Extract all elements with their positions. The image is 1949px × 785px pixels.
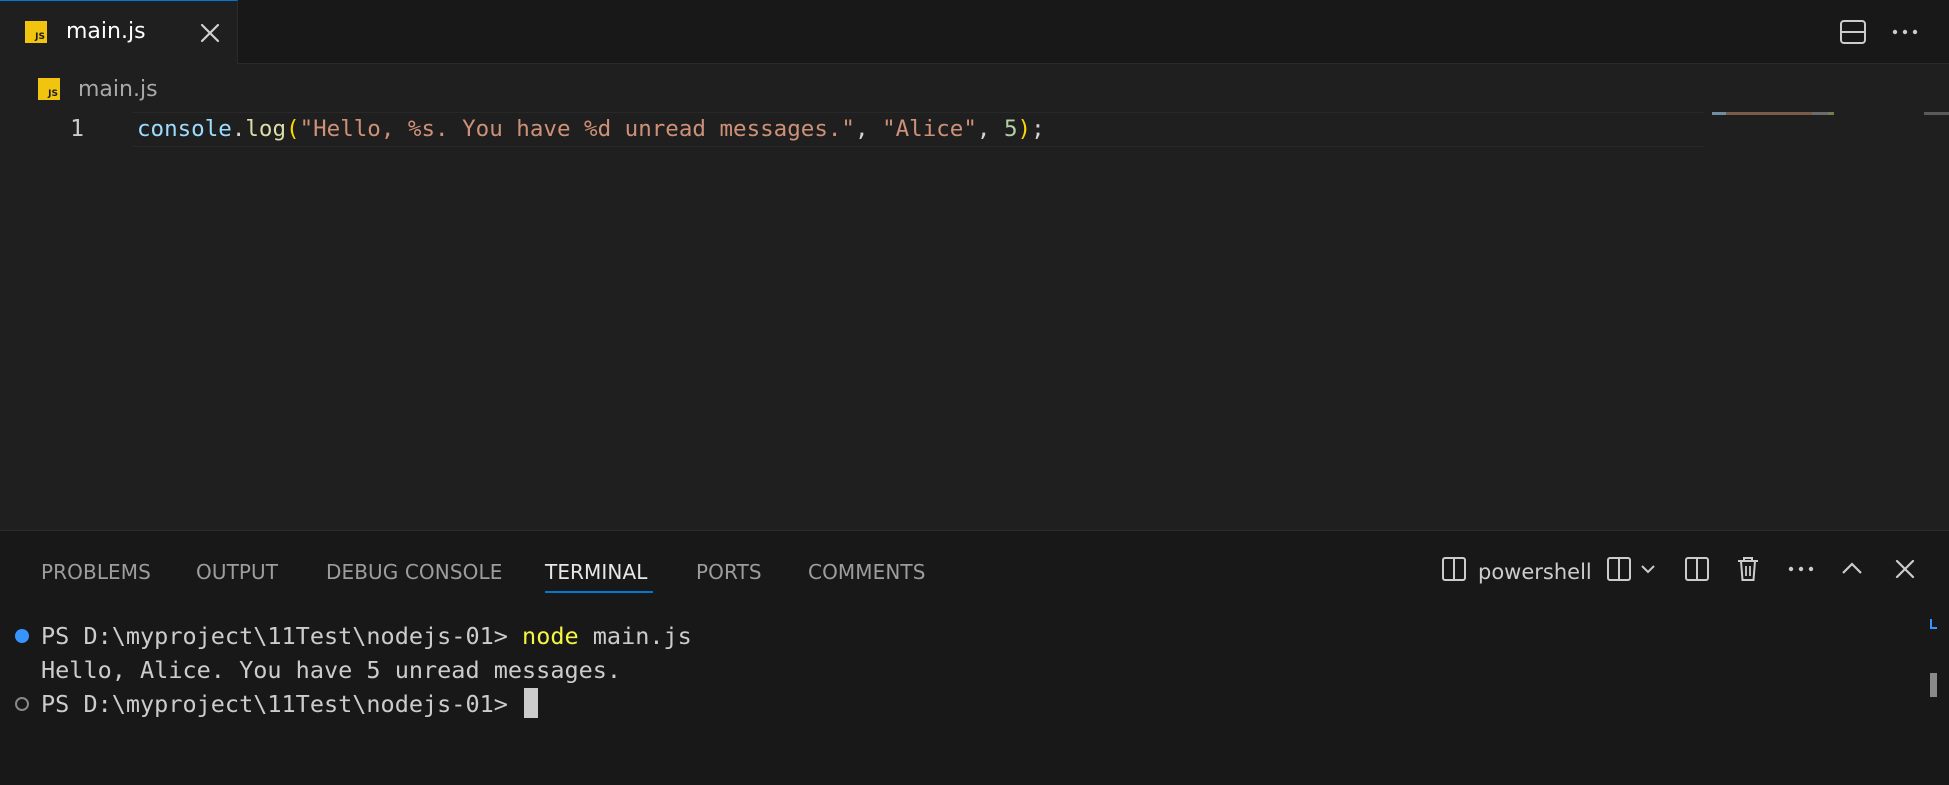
tab-output[interactable]: OUTPUT <box>196 559 278 585</box>
terminal-cursor <box>524 688 539 718</box>
code-token-dot: . <box>231 116 246 142</box>
editor-tab-bar: JS main.js <box>0 0 1949 64</box>
code-editor[interactable]: 1 console.log("Hello, %s. You have %d un… <box>0 112 1949 530</box>
more-actions-icon[interactable] <box>1890 18 1920 50</box>
code-line[interactable]: console.log("Hello, %s. You have %d unre… <box>137 112 1045 146</box>
chevron-down-icon[interactable] <box>1638 555 1658 583</box>
active-tab-indicator <box>545 591 653 593</box>
tab-terminal[interactable]: TERMINAL <box>545 559 648 585</box>
editor-scrollbar[interactable] <box>1924 112 1949 115</box>
close-icon[interactable] <box>196 19 224 47</box>
line-number: 1 <box>70 116 84 142</box>
javascript-file-icon: JS <box>38 78 60 100</box>
terminal-prompt: PS D:\myproject\11Test\nodejs-01> <box>41 690 523 718</box>
trash-icon[interactable] <box>1735 555 1761 583</box>
tab-problems[interactable]: PROBLEMS <box>41 559 151 585</box>
minimap[interactable] <box>1712 112 1848 118</box>
terminal-icon <box>1440 555 1468 583</box>
terminal-scrollbar[interactable] <box>1930 673 1937 697</box>
code-token-string: "Alice" <box>882 116 977 142</box>
terminal-output-line: Hello, Alice. You have 5 unread messages… <box>41 656 622 684</box>
code-token-string: "Hello, %s. You have %d unread messages.… <box>299 116 855 142</box>
split-editor-icon[interactable] <box>1838 18 1868 50</box>
vscode-window: JS main.js JS main.js 1 console.log("Hel… <box>0 0 1949 785</box>
breadcrumb-file[interactable]: main.js <box>78 76 158 104</box>
tab-comments[interactable]: COMMENTS <box>808 559 926 585</box>
code-token-close-paren: ) <box>1017 116 1032 142</box>
code-token-open-paren: ( <box>286 116 300 142</box>
maximize-panel-icon[interactable] <box>1838 555 1866 583</box>
terminal[interactable]: PS D:\myproject\11Test\nodejs-01> node m… <box>0 619 1949 779</box>
tab-label: main.js <box>66 19 146 44</box>
tab-debug-console[interactable]: DEBUG CONSOLE <box>326 559 502 585</box>
terminal-scroll-marker <box>1930 619 1937 629</box>
code-token-method: log <box>245 116 287 142</box>
code-token-comma: , <box>976 116 1004 142</box>
command-success-dot-icon[interactable] <box>15 629 29 643</box>
terminal-line: PS D:\myproject\11Test\nodejs-01> <box>41 687 539 721</box>
code-token-object: console <box>137 116 232 142</box>
terminal-name[interactable]: powershell <box>1478 558 1592 586</box>
javascript-file-icon: JS <box>25 21 47 43</box>
terminal-command: node <box>522 622 579 650</box>
split-panel-icon[interactable] <box>1683 555 1711 583</box>
command-pending-dot-icon[interactable] <box>15 697 29 711</box>
terminal-args: main.js <box>578 622 692 650</box>
bottom-panel: PROBLEMS OUTPUT DEBUG CONSOLE TERMINAL P… <box>0 530 1949 785</box>
tab-main-js[interactable]: JS main.js <box>0 0 238 64</box>
split-terminal-icon[interactable] <box>1605 555 1633 583</box>
close-panel-icon[interactable] <box>1891 555 1919 583</box>
terminal-line: PS D:\myproject\11Test\nodejs-01> node m… <box>41 619 692 653</box>
tab-ports[interactable]: PORTS <box>696 559 762 585</box>
code-token-number: 5 <box>1003 116 1018 142</box>
code-token-semicolon: ; <box>1031 116 1045 142</box>
code-token-comma: , <box>854 116 883 142</box>
more-actions-icon[interactable] <box>1786 555 1816 583</box>
terminal-prompt: PS D:\myproject\11Test\nodejs-01> <box>41 622 523 650</box>
